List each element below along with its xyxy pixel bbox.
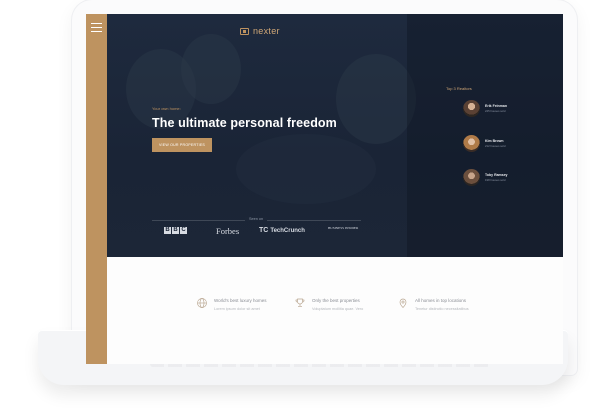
realtor-role: 245 houses sold	[485, 109, 506, 113]
website-screen: nexter Your own home: The ultimate perso…	[86, 14, 563, 364]
avatar	[463, 100, 480, 117]
feature-title: All homes in top locations	[415, 298, 467, 303]
globe-icon	[197, 298, 207, 308]
techcrunch-wordmark: TechCrunch	[270, 227, 305, 234]
realtor-name: Toby Ramsey	[485, 173, 508, 177]
logo-mark-icon	[240, 27, 249, 35]
seen-on-label: Seen on	[245, 217, 268, 221]
techcrunch-logo: TC TechCrunch	[259, 227, 305, 234]
realtor-role: 198 houses sold	[485, 178, 506, 182]
realtor-role: 212 houses sold	[485, 144, 506, 148]
bbc-logo: B B C	[164, 227, 187, 234]
feature-item: World's best luxury homes Lorem ipsum do…	[196, 297, 267, 311]
site-logo[interactable]: nexter	[240, 26, 280, 36]
view-properties-button[interactable]: VIEW OUR PROPERTIES	[152, 138, 212, 152]
feature-text: Tenetur distinctio necessitatibus	[415, 307, 469, 311]
feature-text: Lorem ipsum dolor sit amet	[214, 307, 260, 311]
bbc-letter: C	[180, 227, 187, 234]
realtor-card[interactable]: Erik Feinman 245 houses sold	[463, 100, 507, 117]
hero-eyebrow: Your own home:	[152, 106, 181, 111]
hamburger-menu-icon[interactable]	[91, 23, 102, 33]
avatar	[463, 169, 480, 186]
avatar	[463, 135, 480, 152]
features-section: World's best luxury homes Lorem ipsum do…	[86, 257, 563, 364]
background-tree	[336, 54, 416, 144]
forbes-logo: Forbes	[216, 226, 240, 236]
logo-text: nexter	[253, 26, 280, 36]
techcrunch-mark: TC	[259, 227, 269, 234]
bbc-letter: B	[172, 227, 179, 234]
hero-headline: The ultimate personal freedom	[152, 116, 337, 130]
realtor-name: Erik Feinman	[485, 104, 507, 108]
feature-text: Voluptatum mollitia quae. Vero	[312, 307, 364, 311]
realtor-name: Kim Brown	[485, 139, 504, 143]
realtor-card[interactable]: Toby Ramsey 198 houses sold	[463, 169, 508, 186]
sidebar	[86, 14, 107, 364]
background-tree	[181, 34, 241, 104]
trophy-icon	[295, 298, 305, 307]
feature-item: All homes in top locations Tenetur disti…	[397, 297, 469, 311]
hero-section: nexter Your own home: The ultimate perso…	[86, 14, 563, 257]
realtor-card[interactable]: Kim Brown 212 houses sold	[463, 135, 505, 152]
background-house	[236, 134, 376, 204]
feature-title: World's best luxury homes	[214, 298, 267, 303]
feature-item: Only the best properties Voluptatum moll…	[294, 297, 363, 311]
feature-title: Only the best properties	[312, 298, 360, 303]
map-pin-icon	[399, 298, 407, 308]
business-insider-logo: BUSINESS INSIDER	[328, 226, 359, 230]
bbc-letter: B	[164, 227, 171, 234]
top-realtors-title: Top 3 Realtors	[446, 86, 472, 91]
